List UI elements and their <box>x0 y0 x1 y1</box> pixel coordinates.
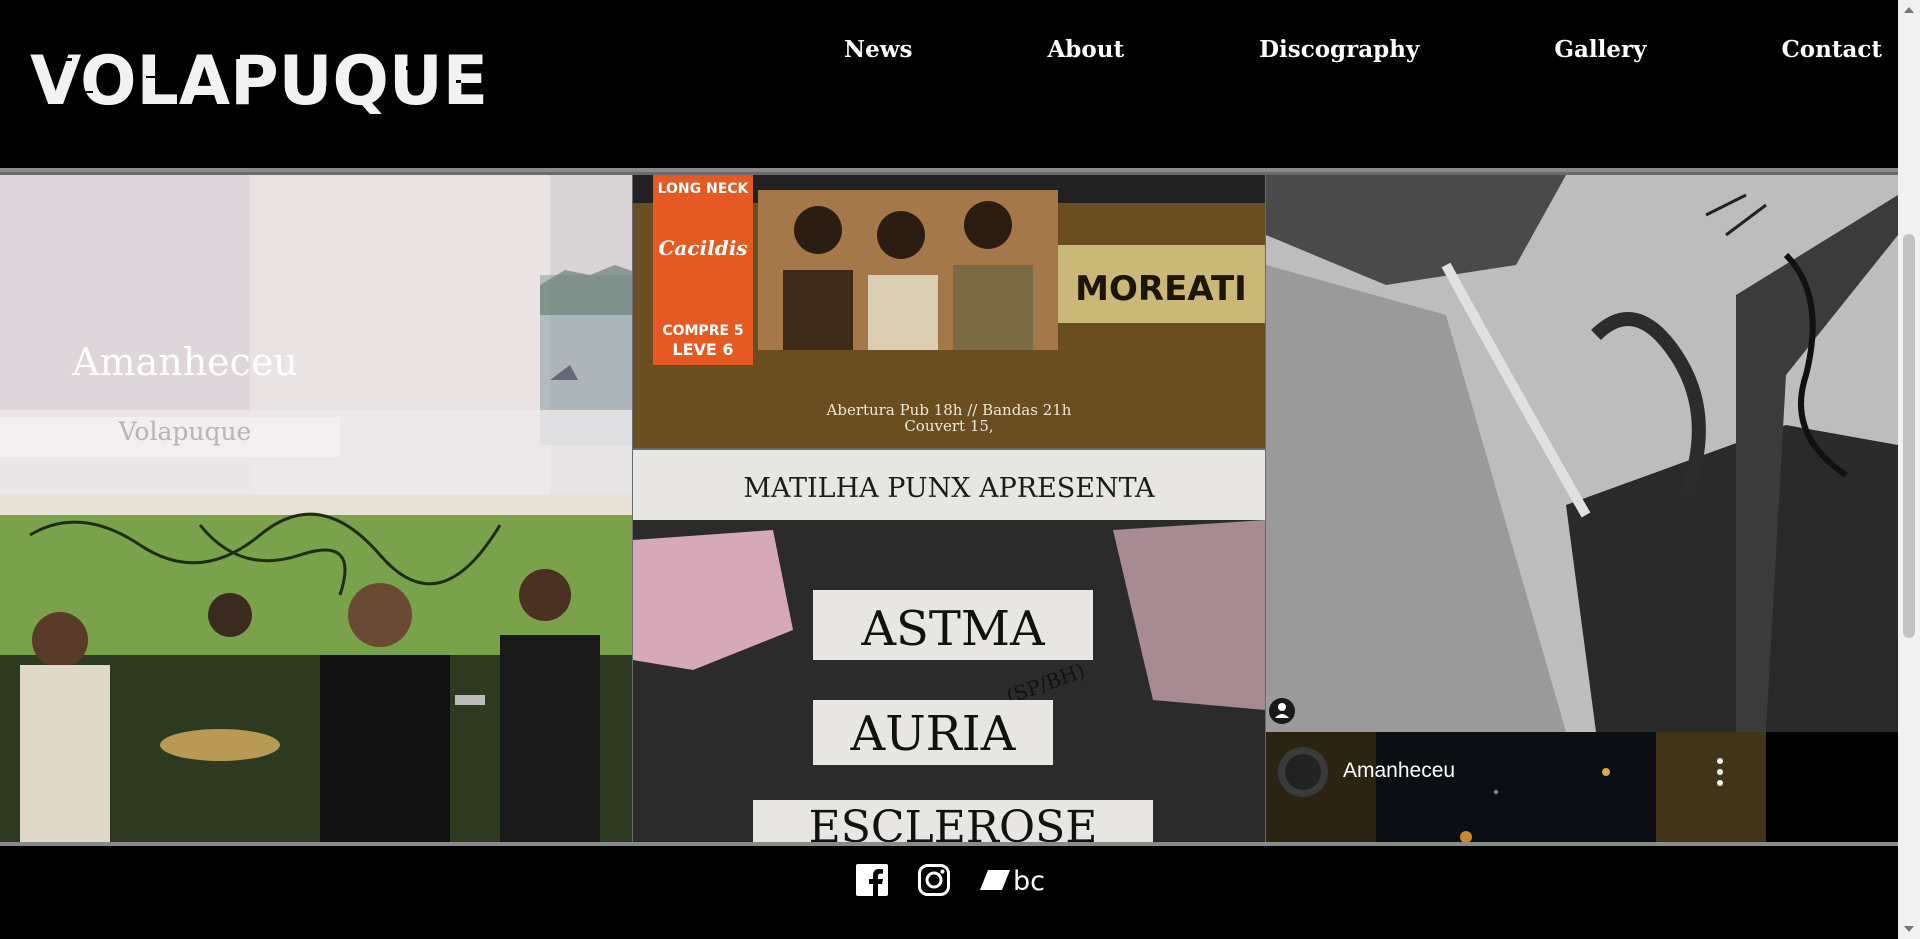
guitar-photo-image <box>1266 175 1898 732</box>
social-links: bc <box>856 864 1080 897</box>
instagram-icon-graphic <box>918 864 950 896</box>
gallery-tile-live-photo[interactable] <box>0 495 632 842</box>
poster-band-moreati: MOREATI <box>1075 269 1247 309</box>
poster-band-3: ESCLEROSE <box>809 802 1098 842</box>
gallery-tile-amanheceu-cover[interactable]: Amanheceu Volapuque <box>0 175 632 495</box>
scroll-down-icon[interactable] <box>1904 926 1914 932</box>
main-nav: News About Discography Gallery Contact <box>844 36 1882 68</box>
gallery-tile-matilha-poster[interactable]: MATILHA PUNX APRESENTA ASTMA (SP/BH) AUR… <box>633 450 1265 842</box>
amanheceu-cover-image: Amanheceu Volapuque <box>0 175 632 495</box>
matilha-poster-image: MATILHA PUNX APRESENTA ASTMA (SP/BH) AUR… <box>633 450 1265 842</box>
instagram-icon[interactable] <box>918 864 950 896</box>
site-header: VOLAPUQUE News About Discography Gallery… <box>0 0 1898 172</box>
scroll-up-icon[interactable] <box>1904 7 1914 13</box>
poster-band-1: ASTMA <box>860 601 1046 657</box>
more-options-icon[interactable] <box>1717 758 1723 764</box>
nav-gallery[interactable]: Gallery <box>1554 36 1646 68</box>
nav-contact[interactable]: Contact <box>1781 36 1882 68</box>
poster-longneck: LONG NECK <box>658 181 750 197</box>
site-footer: bc <box>0 842 1898 939</box>
video-title: Amanheceu <box>71 340 298 384</box>
gallery-tile-guitar-photo[interactable] <box>1266 175 1898 732</box>
volapuque-logo[interactable]: VOLAPUQUE <box>26 36 494 121</box>
poster-cacildis: Cacildis <box>658 236 747 260</box>
scrollbar-thumb[interactable] <box>1903 234 1915 638</box>
live-band-photo <box>0 495 632 842</box>
nav-discography[interactable]: Discography <box>1259 36 1419 68</box>
gallery-grid: Amanheceu Volapuque LONG NECK Cacildis C… <box>0 172 1898 842</box>
poster-info-2: Couvert 15, <box>904 417 993 435</box>
nav-news[interactable]: News <box>844 36 912 68</box>
nav-about[interactable]: About <box>1047 36 1124 68</box>
page-scrollbar[interactable] <box>1898 0 1920 939</box>
logo-text: VOLAPUQUE <box>30 42 488 118</box>
gallery-tile-moreati-poster[interactable]: LONG NECK Cacildis COMPRE 5 LEVE 6 MOREA… <box>633 175 1265 448</box>
facebook-icon-graphic <box>856 864 888 896</box>
poster-compre: COMPRE 5 <box>662 323 743 339</box>
logo-graphic: VOLAPUQUE <box>26 36 494 121</box>
player-title[interactable]: Amanheceu <box>1343 759 1455 783</box>
video-subtitle: Volapuque <box>118 417 252 446</box>
bandcamp-text: bc <box>1013 866 1045 896</box>
poster-band-2: AURIA <box>850 706 1017 762</box>
poster-leve: LEVE 6 <box>672 340 733 359</box>
poster-heading: MATILHA PUNX APRESENTA <box>743 473 1155 504</box>
video-player-frame <box>1266 732 1898 842</box>
facebook-icon[interactable] <box>856 864 888 896</box>
bandcamp-icon-graphic: bc <box>980 866 1045 897</box>
video-player[interactable]: Amanheceu <box>1266 732 1898 842</box>
moreati-poster-image: LONG NECK Cacildis COMPRE 5 LEVE 6 MOREA… <box>633 175 1265 448</box>
bandcamp-icon[interactable]: bc <box>980 864 1050 897</box>
